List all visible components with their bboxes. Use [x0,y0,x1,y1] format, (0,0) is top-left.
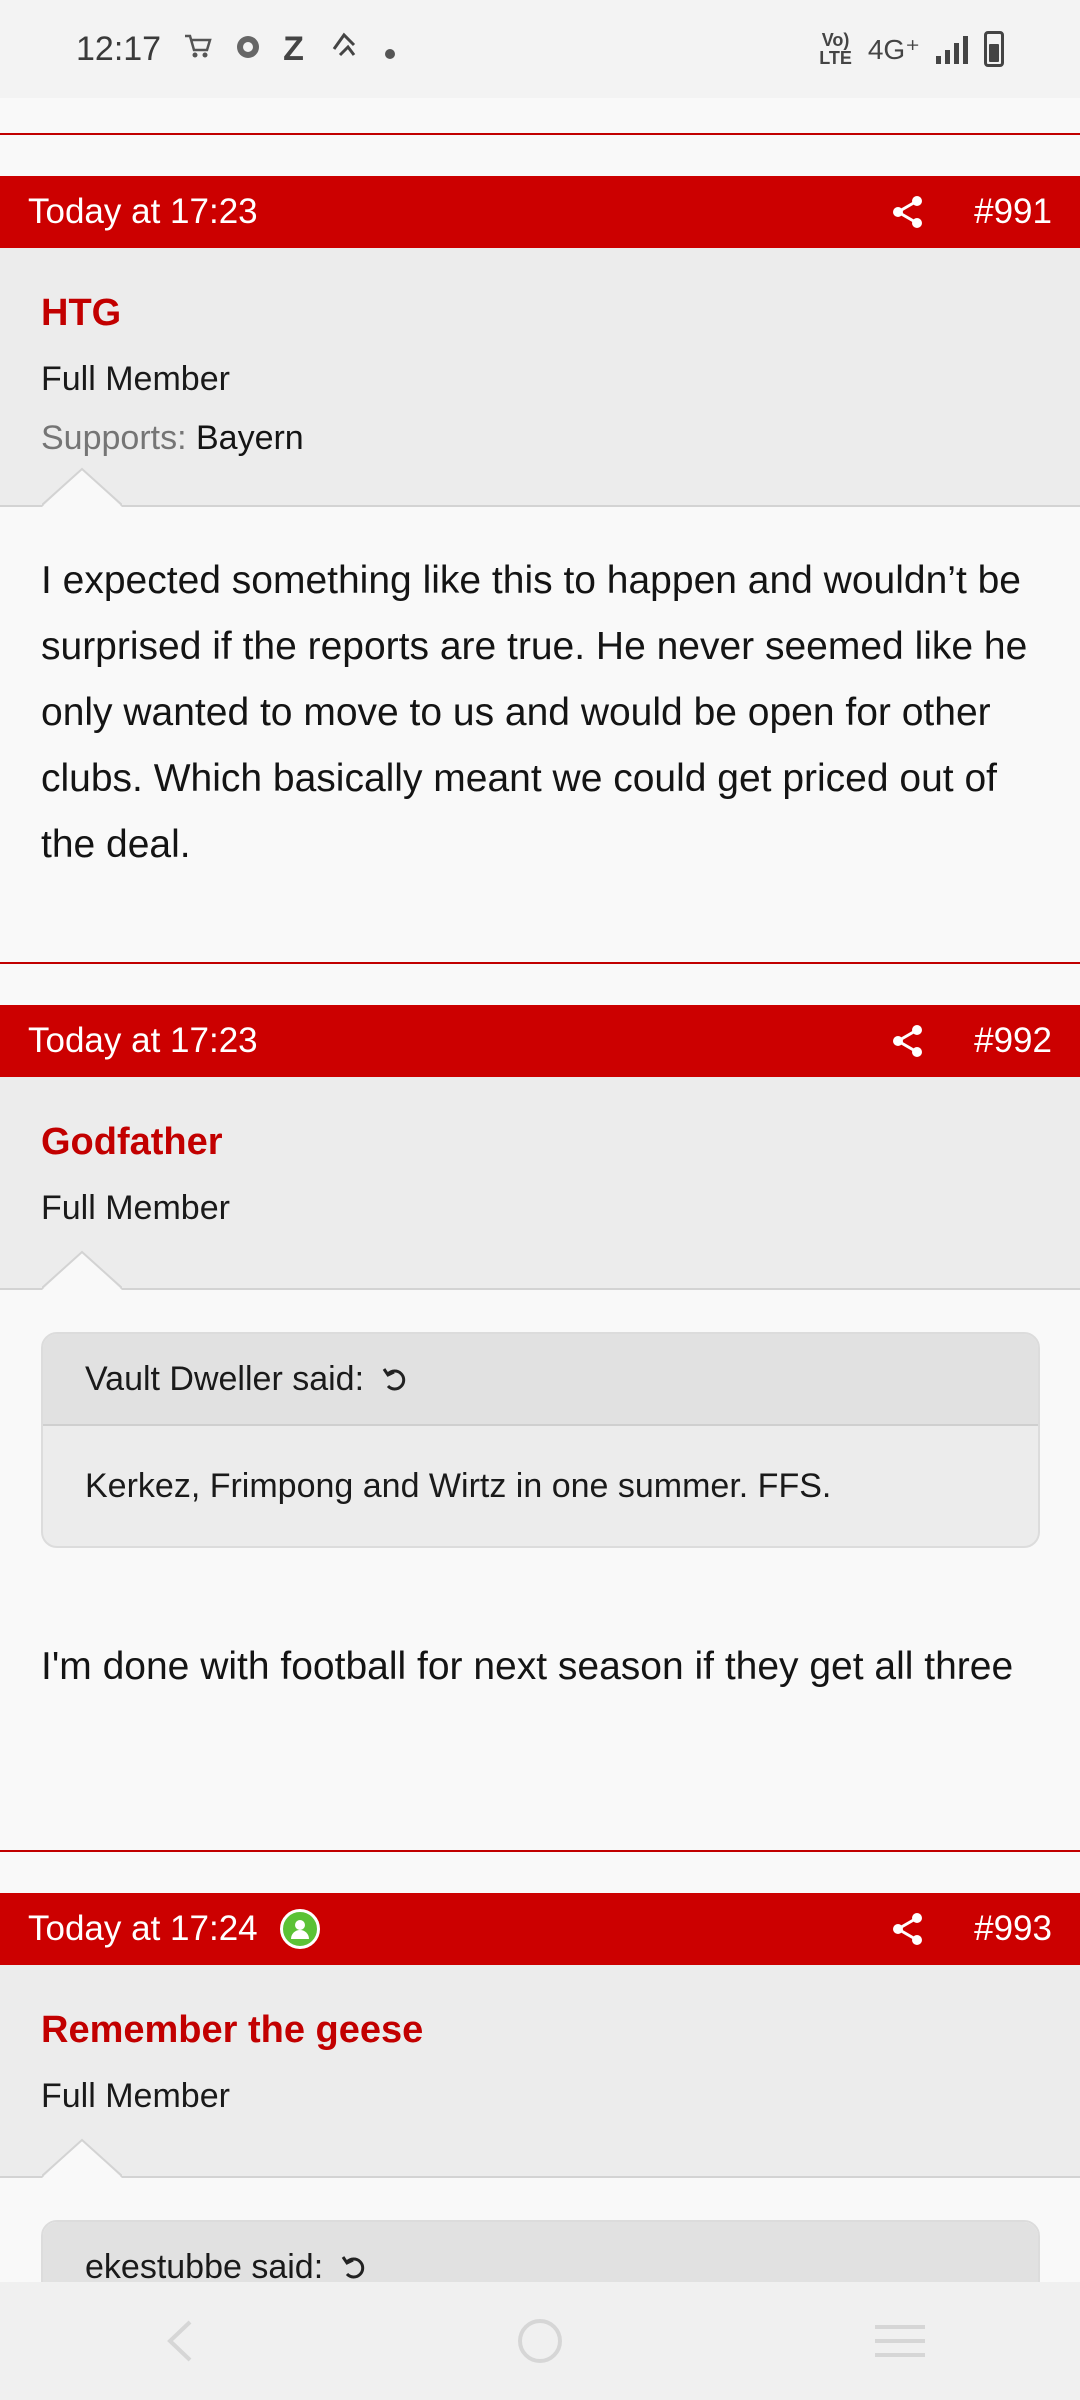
recents-button[interactable] [870,2311,930,2371]
quote-block: Vault Dweller said: Kerkez, Frimpong and… [41,1332,1040,1548]
home-icon [518,2319,562,2363]
supports-value: Bayern [195,419,304,457]
user-block-pointer [42,2138,122,2178]
post-separator [0,1850,1080,1852]
cart-icon [183,32,213,67]
user-role: Full Member [41,1189,230,1227]
user-block: HTG Full Member Supports: Bayern [0,248,1080,507]
go-to-quote-icon[interactable] [380,1364,410,1394]
post-header: Today at 17:23 #992 [0,1005,1080,1077]
post-message: I expected something like this to happen… [41,559,1028,866]
post-date[interactable]: Today at 17:23 [28,192,258,232]
status-time: 12:17 [76,29,162,68]
home-button[interactable] [510,2311,570,2371]
post-message: I'm done with football for next season i… [41,1645,1014,1688]
go-to-quote-icon[interactable] [339,2252,369,2282]
user-block: Godfather Full Member [0,1077,1080,1290]
z-icon: Z [283,29,304,68]
share-icon[interactable] [888,1021,928,1061]
battery-icon [984,31,1004,67]
quote-author[interactable]: Vault Dweller said: [85,1360,364,1399]
post-date[interactable]: Today at 17:24 [28,1909,258,1949]
volte-icon: Vo) LTE [819,30,852,68]
post-number[interactable]: #991 [974,192,1052,232]
system-nav-bar [0,2282,1080,2400]
sync-icon [326,27,362,72]
user-block-pointer [42,467,122,507]
username[interactable]: Godfather [41,1121,223,1164]
post-number[interactable]: #992 [974,1021,1052,1061]
back-icon [167,2320,192,2362]
network-type: 4G⁺ [867,33,920,65]
quote-header[interactable]: Vault Dweller said: [43,1334,1038,1426]
share-icon[interactable] [888,192,928,232]
user-block-pointer [42,1250,122,1290]
user-role: Full Member [41,360,230,398]
user-block: Remember the geese Full Member [0,1965,1080,2178]
user-supports: Supports: Bayern [41,419,304,458]
post-header: Today at 17:24 #993 [0,1893,1080,1965]
post-separator [0,962,1080,964]
back-button[interactable] [150,2311,210,2371]
post-separator [0,133,1080,135]
post-number[interactable]: #993 [974,1909,1052,1949]
signal-icon [936,34,968,64]
quote-text: Kerkez, Frimpong and Wirtz in one summer… [85,1466,832,1505]
post-date[interactable]: Today at 17:23 [28,1021,258,1061]
online-status-icon [279,1909,320,1949]
share-icon[interactable] [888,1909,928,1949]
username[interactable]: Remember the geese [41,2009,423,2052]
quote-author[interactable]: ekestubbe said: [85,2248,323,2287]
app-icon [235,30,261,69]
dot-icon [384,30,396,69]
recents-icon [875,2325,925,2357]
supports-label: Supports: [41,419,187,457]
post-header: Today at 17:23 #991 [0,176,1080,248]
user-role: Full Member [41,2077,230,2115]
status-bar: 12:17 Z Vo) LTE 4G⁺ [0,0,1080,98]
username[interactable]: HTG [41,292,121,335]
